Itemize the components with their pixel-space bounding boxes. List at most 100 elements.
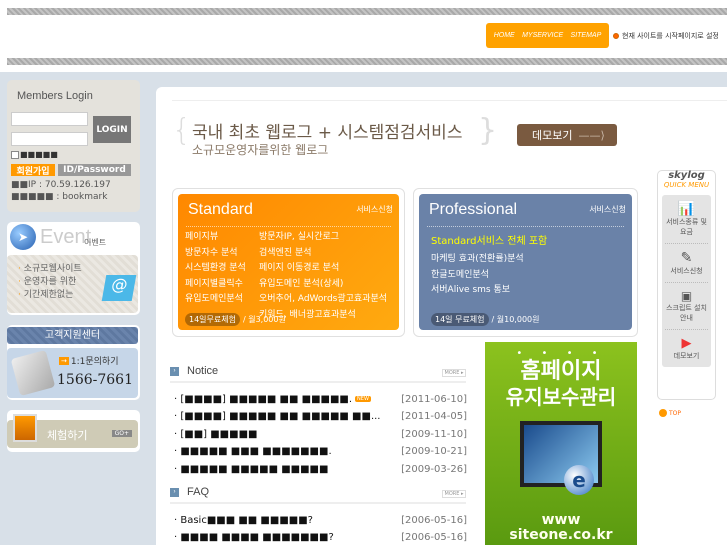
notice-more-button[interactable]: MORE ▸: [442, 369, 466, 377]
feature-item: 서버Alive sms 통보: [431, 285, 511, 295]
trial-go-button[interactable]: GO+: [111, 430, 132, 437]
set-start-page-link[interactable]: 현재 사이트를 시작페이지로 설정: [613, 31, 719, 41]
notice-row[interactable]: · ■■■■■ ■■■■■ ■■■■■ [2009-03-26]: [174, 464, 467, 475]
quick-brand: skylog: [668, 170, 705, 181]
quick-menu: skylog QUICK MENU 📊 서비스종류 및요금 ✎ 서비스신청 ▣ 스크립…: [657, 170, 716, 400]
notice-row[interactable]: · [■■■■] ■■■■■ ■■ ■■■■■. NEW [2011-06-10]: [174, 394, 467, 405]
feature-item: 한글도메인분석: [431, 269, 489, 280]
event-box[interactable]: ➤ Event 이벤트 · 소규모웹사이트 · 운영자를 위한 · 기간제한없는…: [7, 222, 140, 315]
quick-title: QUICK MENU: [663, 181, 710, 189]
feature-item: 방문자IP, 실시간로그: [259, 232, 340, 242]
checkbox-icon: [11, 150, 19, 159]
trial-label: 체험하기: [47, 429, 88, 442]
event-panel: · 소규모웹사이트 · 운영자를 위한 · 기간제한없는 @: [7, 255, 138, 313]
phone-icon: [10, 349, 56, 397]
feature-item: 페이지뷰: [185, 232, 219, 242]
notice-header: › Notice: [170, 365, 218, 377]
nav-sitemap[interactable]: SITEMAP: [571, 32, 602, 39]
top-nav: HOME MYSERVICE SITEMAP: [486, 23, 609, 48]
inquiry-link[interactable]: → 1:1문의하기: [59, 354, 118, 367]
notice-row[interactable]: · [■■] ■■■■■ [2009-11-10]: [174, 429, 467, 440]
professional-card: Professional 서비스신청 Standard서비스 전체 포함 마케팅…: [413, 188, 638, 337]
trial-box[interactable]: 체험하기 GO+: [7, 410, 140, 452]
support-panel: → 1:1문의하기 1566-7661: [7, 348, 138, 398]
remember-checkbox[interactable]: ■■■■■: [11, 150, 58, 159]
banner-line2: 유지보수관리: [505, 385, 617, 409]
nav-myservice[interactable]: MYSERVICE: [522, 32, 563, 39]
feature-item: 방문자수 분석: [185, 247, 238, 258]
banner-line1: 홈페이지: [520, 359, 602, 384]
feature-item: 검색엔진 분석: [259, 247, 312, 258]
maintenance-banner[interactable]: • • • • 홈페이지 유지보수관리 e www siteone.co.kr: [485, 342, 637, 545]
remember-label: ■■■■■: [20, 150, 58, 159]
chart-icon: 📊: [677, 201, 696, 217]
quick-item-pricing[interactable]: 📊 서비스종류 및요금: [665, 195, 708, 244]
standard-title: Standard: [188, 201, 253, 218]
start-page-label: 현재 사이트를 시작페이지로 설정: [622, 32, 719, 40]
password-input[interactable]: [11, 132, 88, 146]
feature-item: 페이지별클릭수: [185, 278, 243, 289]
professional-title: Professional: [429, 201, 518, 218]
trial-badge[interactable]: 14일 무료체험: [431, 313, 489, 326]
email-at-icon: @: [101, 275, 137, 301]
standard-apply-link[interactable]: 서비스신청: [356, 204, 393, 215]
support-phone: 1566-7661: [57, 372, 133, 388]
quick-item-apply[interactable]: ✎ 서비스신청: [665, 244, 708, 283]
quick-item-demo[interactable]: ▶ 데모보기: [665, 330, 708, 367]
ie-icon: e: [564, 465, 594, 495]
demo-button[interactable]: 데모보기 ——⟩: [517, 124, 617, 146]
feature-item: 페이지 이동경로 분석: [259, 263, 340, 273]
brace-left-icon: {: [172, 113, 192, 148]
faq-row[interactable]: · Basic■■■ ■■ ■■■■■? [2006-05-16]: [174, 515, 467, 526]
notice-row[interactable]: · ■■■■■ ■■■ ■■■■■■■. [2009-10-21]: [174, 446, 467, 457]
feature-item: 유입도메인분석: [185, 294, 243, 304]
trial-monitor-icon: [13, 414, 37, 442]
script-icon: ▣: [680, 289, 693, 303]
feature-item: 시스템환경 분석: [185, 263, 246, 273]
feature-item: 유입도메인 분석(상세): [259, 278, 344, 289]
professional-apply-link[interactable]: 서비스신청: [589, 204, 626, 215]
notice-row[interactable]: · [■■■■] ■■■■■ ■■ ■■■■■ ■■... [2011-04-05…: [174, 411, 467, 422]
faq-title: FAQ: [187, 486, 210, 498]
support-box: 고객지원센터 → 1:1문의하기 1566-7661: [7, 325, 140, 400]
bullet-icon: [613, 33, 619, 39]
join-button[interactable]: 회원가입: [11, 164, 55, 177]
event-item: · 기간제한없는: [18, 290, 74, 300]
feature-item: 마케팅 효과(전환률)분석: [431, 254, 524, 264]
feature-item: 오버추어, AdWords광고효과분석: [259, 294, 388, 304]
monitor-icon: e: [520, 421, 602, 495]
find-id-password-button[interactable]: ID/Password: [58, 164, 131, 176]
faq-row[interactable]: · ■■■■ ■■■■ ■■■■■■■? [2006-05-16]: [174, 532, 467, 543]
header-stripe: [7, 58, 727, 65]
login-title: Members Login: [17, 90, 93, 102]
play-icon: ▶: [681, 336, 692, 351]
up-arrow-icon: [659, 409, 667, 417]
login-box: Members Login LOGIN ■■■■■ 회원가입 ID/Passwo…: [7, 80, 140, 212]
professional-highlight: Standard서비스 전체 포함: [431, 236, 548, 247]
professional-price: / 월10,000원: [491, 315, 540, 324]
faq-more-button[interactable]: MORE ▸: [442, 490, 466, 498]
notice-title: Notice: [187, 365, 219, 377]
trial-badge[interactable]: 14일무료체험: [185, 313, 240, 326]
banner-url2: siteone.co.kr: [509, 527, 613, 543]
event-arrow-icon: ➤: [10, 224, 36, 250]
nav-home[interactable]: HOME: [494, 32, 515, 39]
login-button[interactable]: LOGIN: [93, 116, 131, 143]
brace-right-icon: }: [478, 113, 498, 148]
standard-price: / 월3,000원: [242, 315, 286, 324]
hero-title: 국내 최초 웹로그 + 시스템점검서비스: [192, 123, 463, 143]
divider: [172, 100, 727, 101]
top-button[interactable]: TOP: [659, 409, 681, 417]
arrow-icon: ›: [170, 487, 179, 497]
event-item: · 소규모웹사이트: [18, 264, 82, 274]
banner-url1: www: [541, 512, 581, 528]
id-input[interactable]: [11, 112, 88, 126]
divider: [170, 381, 466, 383]
arrow-icon: ›: [170, 366, 179, 376]
quick-item-script[interactable]: ▣ 스크립트 설치안내: [665, 283, 708, 330]
new-badge: NEW: [355, 396, 371, 402]
standard-card: Standard 서비스신청 페이지뷰방문자수 분석시스템환경 분석페이지별클릭…: [172, 188, 405, 337]
arrow-icon: ——⟩: [578, 128, 605, 142]
pen-icon: ✎: [680, 250, 693, 266]
bookmark-link[interactable]: ■■■■■ : bookmark: [11, 192, 107, 202]
